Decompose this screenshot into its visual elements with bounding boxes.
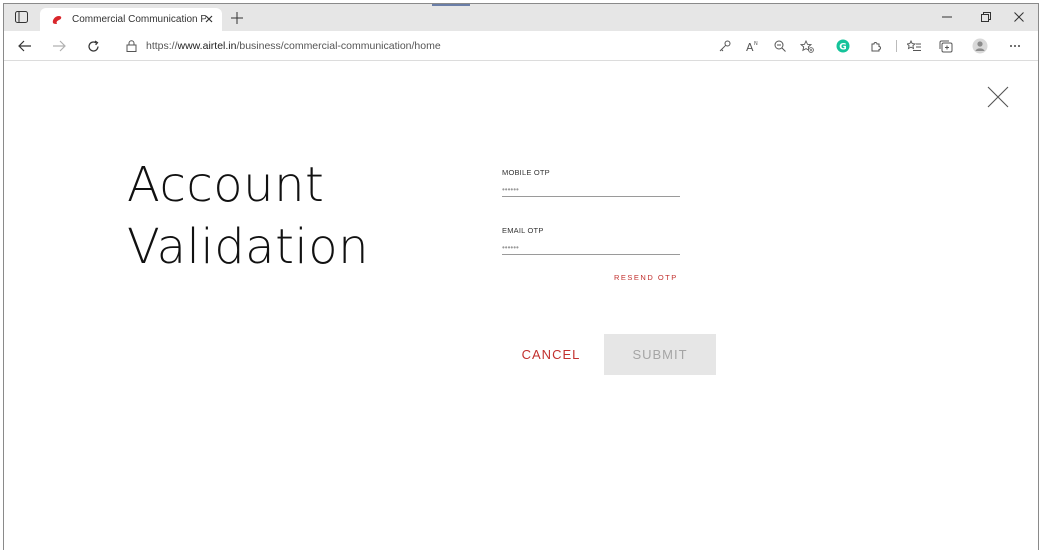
svg-text:A: A bbox=[746, 41, 754, 52]
read-aloud-icon[interactable]: AN bbox=[745, 38, 761, 54]
zoom-icon[interactable] bbox=[772, 38, 788, 54]
minimize-icon[interactable] bbox=[936, 8, 958, 26]
collections-icon[interactable] bbox=[938, 38, 954, 54]
mobile-otp-label: MOBILE OTP bbox=[502, 168, 550, 177]
favorites-icon[interactable] bbox=[906, 38, 922, 54]
email-otp-input[interactable] bbox=[502, 235, 680, 255]
address-bar-url[interactable]: https://www.airtel.in/business/commercia… bbox=[146, 40, 441, 52]
airtel-logo-icon bbox=[50, 13, 64, 27]
tab-strip: Commercial Communication Plat bbox=[4, 4, 1038, 31]
svg-text:G: G bbox=[839, 42, 846, 52]
mobile-otp-input[interactable] bbox=[502, 177, 680, 197]
key-icon[interactable] bbox=[717, 38, 733, 54]
extensions-icon[interactable] bbox=[868, 38, 884, 54]
page-title: Account Validation bbox=[127, 154, 369, 278]
toolbar-separator bbox=[896, 40, 897, 52]
tab-close-icon[interactable] bbox=[202, 12, 216, 26]
email-otp-label: EMAIL OTP bbox=[502, 226, 544, 235]
cancel-button[interactable]: CANCEL bbox=[516, 343, 586, 365]
page-title-line2: Validation bbox=[127, 219, 370, 275]
restore-icon[interactable] bbox=[975, 8, 997, 26]
url-path: /business/commercial-communication/home bbox=[236, 40, 441, 52]
resend-otp-link[interactable]: RESEND OTP bbox=[614, 273, 678, 282]
email-otp-group: EMAIL OTP bbox=[502, 226, 680, 255]
url-host: www.airtel.in bbox=[177, 40, 237, 52]
lock-icon[interactable] bbox=[124, 39, 138, 53]
submit-button[interactable]: SUBMIT bbox=[604, 334, 716, 375]
tab-actions-icon[interactable] bbox=[12, 9, 30, 25]
forward-icon[interactable] bbox=[50, 37, 68, 55]
tab-title: Commercial Communication Plat bbox=[72, 14, 206, 25]
new-tab-icon[interactable] bbox=[228, 9, 246, 27]
add-favorite-icon[interactable] bbox=[799, 38, 815, 54]
browser-tab-active[interactable]: Commercial Communication Plat bbox=[40, 8, 222, 31]
profile-icon[interactable] bbox=[972, 38, 988, 54]
grammarly-icon[interactable]: G bbox=[835, 38, 851, 54]
url-prefix: https:// bbox=[146, 40, 178, 52]
more-icon[interactable] bbox=[1007, 38, 1023, 54]
close-icon[interactable] bbox=[987, 86, 1009, 108]
drag-region-indicator bbox=[432, 4, 470, 6]
back-icon[interactable] bbox=[16, 37, 34, 55]
mobile-otp-group: MOBILE OTP bbox=[502, 168, 680, 197]
svg-text:N: N bbox=[754, 41, 758, 47]
page-title-line1: Account bbox=[127, 157, 325, 213]
window-close-icon[interactable] bbox=[1008, 8, 1030, 26]
refresh-icon[interactable] bbox=[84, 37, 102, 55]
browser-window: Commercial Communication Plat https://ww… bbox=[3, 3, 1039, 550]
page-content: Account Validation MOBILE OTP EMAIL OTP … bbox=[4, 62, 1038, 550]
navigation-bar: https://www.airtel.in/business/commercia… bbox=[4, 31, 1038, 61]
